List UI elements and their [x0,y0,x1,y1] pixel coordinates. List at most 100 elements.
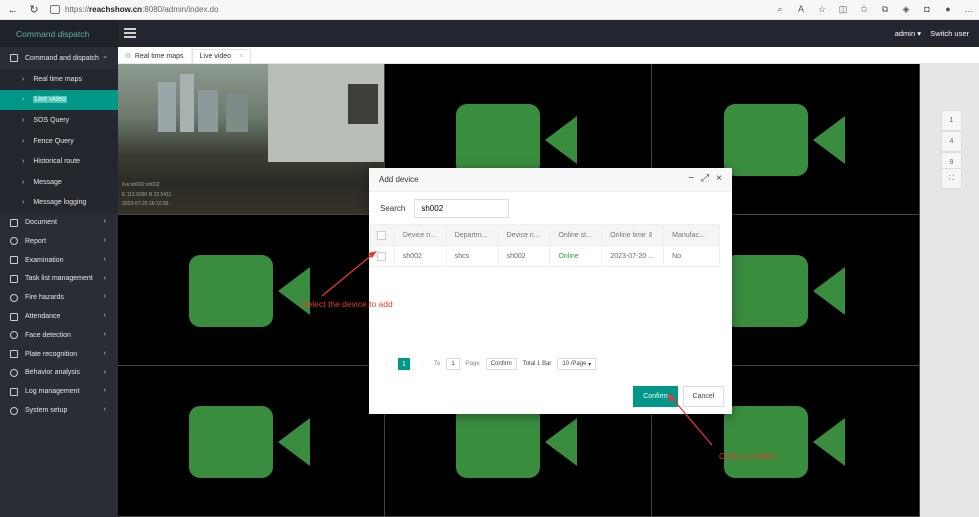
column-header[interactable]: Manufac... [663,224,720,246]
sidebar-subitem-live-video[interactable]: › Live video [0,89,118,111]
goto-page-input[interactable]: 1 [446,358,460,370]
table-cell: sh002 [497,245,551,267]
chevron-right-icon: › [22,178,25,186]
close-icon[interactable]: × [716,173,722,184]
fullscreen-button[interactable]: ⛶ [941,168,962,189]
address-bar[interactable]: https://reachshow.cn:8080/admin/index.do [50,2,219,17]
camera-icon [189,255,310,327]
video-cell[interactable] [118,366,385,517]
refresh-icon[interactable]: ↻ [26,2,42,18]
table-row[interactable]: sh002 shcs sh002 Online 2023-07-20 ... N… [370,245,720,267]
chevron-left-icon: ‹ [103,349,106,357]
sidebar-subitem-message-logging[interactable]: › Message logging [0,192,118,214]
sidebar-subitem-message[interactable]: › Message [0,171,118,193]
prev-page-icon[interactable]: ‹ [380,358,392,370]
sidebar-subitem-real-time-maps[interactable]: › Real time maps [0,69,118,90]
sidebar-item-report[interactable]: Report ‹ [0,232,118,251]
select-all-header[interactable] [370,224,395,246]
monitor-icon [10,54,18,62]
sidebar-item-label: Attendance [25,313,61,321]
read-aloud-icon[interactable]: A [795,3,807,15]
select-all-checkbox[interactable] [377,230,386,240]
user-menu[interactable]: admin ▾ [895,29,921,38]
current-page[interactable]: 1 [398,358,410,370]
column-header[interactable]: Device n... [393,224,447,246]
favorite-star-icon[interactable]: ☆ [816,3,828,15]
sidebar-subitem-historical-route[interactable]: › Historical route [0,151,118,172]
sidebar-subitem-label: SOS Query [33,116,70,124]
video-cell[interactable] [118,215,385,366]
annotation-select-device: Select the device to add [302,299,393,309]
back-icon[interactable]: ← [5,2,21,18]
more-icon[interactable]: … [963,3,975,15]
sidebar-item-command-dispatch[interactable]: Command and dispatch ⌄ [0,47,118,69]
column-header[interactable]: Device n... [497,224,551,246]
sidebar-item-log-management[interactable]: Log management ‹ [0,382,118,401]
sidebar-item-plate-recognition[interactable]: Plate recognition ‹ [0,345,118,364]
confirm-button[interactable]: Confirm [633,386,678,407]
tab-label: Real time maps [134,52,184,60]
live-feed-name: live:sh002:sh002 [122,182,160,188]
chevron-right-icon: › [22,75,25,83]
table-cell: No [663,245,720,267]
location-pin-icon: ⊙ [125,53,131,60]
live-feed-time: 2023-07-20 16:10:30 [122,201,169,207]
page-info-icon[interactable] [50,5,60,14]
maximize-icon[interactable]: ⤢ [701,173,709,184]
collections-icon[interactable]: ⧉ [879,3,891,15]
chevron-left-icon: ‹ [103,406,106,414]
sidebar-subitem-sos-query[interactable]: › SOS Query [0,110,118,131]
sidebar-item-label: Report [25,237,47,245]
sidebar-subitem-label: Real time maps [33,75,82,83]
menu-toggle-icon[interactable] [124,28,136,38]
next-page-icon[interactable]: › [416,358,428,370]
page-size-value: 10 /Page [562,361,587,367]
layout-4-button[interactable]: 4 [941,131,962,152]
sidebar-item-label: Plate recognition [25,350,78,358]
row-checkbox[interactable] [377,251,386,261]
column-header-sortable[interactable]: Online time ⇕ [601,224,665,246]
chevron-down-icon: ⌄ [102,53,108,60]
column-header[interactable]: Departm... [445,224,499,246]
row-select-cell[interactable] [370,245,395,267]
sidebar-item-face-detection[interactable]: Face detection ‹ [0,326,118,345]
sidebar-item-examination[interactable]: Examination ‹ [0,251,118,270]
tab-live-video[interactable]: Live video × [191,49,252,63]
split-screen-icon[interactable]: ◫ [837,3,849,15]
search-icon[interactable]: ⌕ [774,3,786,15]
add-device-dialog: Add device − ⤢ × Search Device n... Depa… [369,168,732,414]
search-input[interactable] [414,199,510,218]
table-cell: sh002 [393,245,447,267]
minimize-icon[interactable]: − [688,173,694,184]
layout-1-button[interactable]: 1 [941,110,962,131]
switch-user-link[interactable]: Switch user [930,29,969,38]
chevron-left-icon: ‹ [103,330,106,338]
camera-icon [724,104,845,176]
column-header[interactable]: Online st... [549,224,603,246]
cancel-button[interactable]: Cancel [683,386,724,407]
url-host: reachshow.cn [89,5,143,14]
favorites-icon[interactable]: ✩ [858,3,870,15]
chevron-left-icon: ‹ [103,255,106,263]
goto-confirm-button[interactable]: Confirm [485,358,517,370]
fire-icon [10,293,18,302]
sidebar-item-label: System setup [25,407,68,415]
sidebar-item-task-list[interactable]: Task list management ‹ [0,270,118,289]
sidebar-item-system-setup[interactable]: System setup ‹ [0,401,118,420]
sidebar-item-document[interactable]: Document ‹ [0,213,118,232]
close-icon[interactable]: × [239,53,243,60]
sidebar-item-fire-hazards[interactable]: Fire hazards ‹ [0,288,118,307]
video-cell-live[interactable]: live:sh002:sh002 E 113.9290 N 22.5411 20… [118,64,385,215]
page-size-select[interactable]: 10 /Page ▾ [557,358,597,370]
sidebar-subitem-label: Fence Query [33,137,74,145]
outlook-icon[interactable]: ◘ [921,3,933,15]
tab-real-time-maps[interactable]: ⊙ Real time maps [118,49,192,63]
sidebar-subitem-fence-query[interactable]: › Fence Query [0,130,118,152]
extensions-icon[interactable]: ◈ [900,3,912,15]
folder-icon [10,218,18,227]
profile-icon[interactable]: ● [942,3,954,15]
tab-label: Live video [199,53,232,60]
camera-icon [724,406,845,478]
sidebar-item-attendance[interactable]: Attendance ‹ [0,307,118,326]
sidebar-item-behavior-analysis[interactable]: Behavior analysis ‹ [0,364,118,383]
